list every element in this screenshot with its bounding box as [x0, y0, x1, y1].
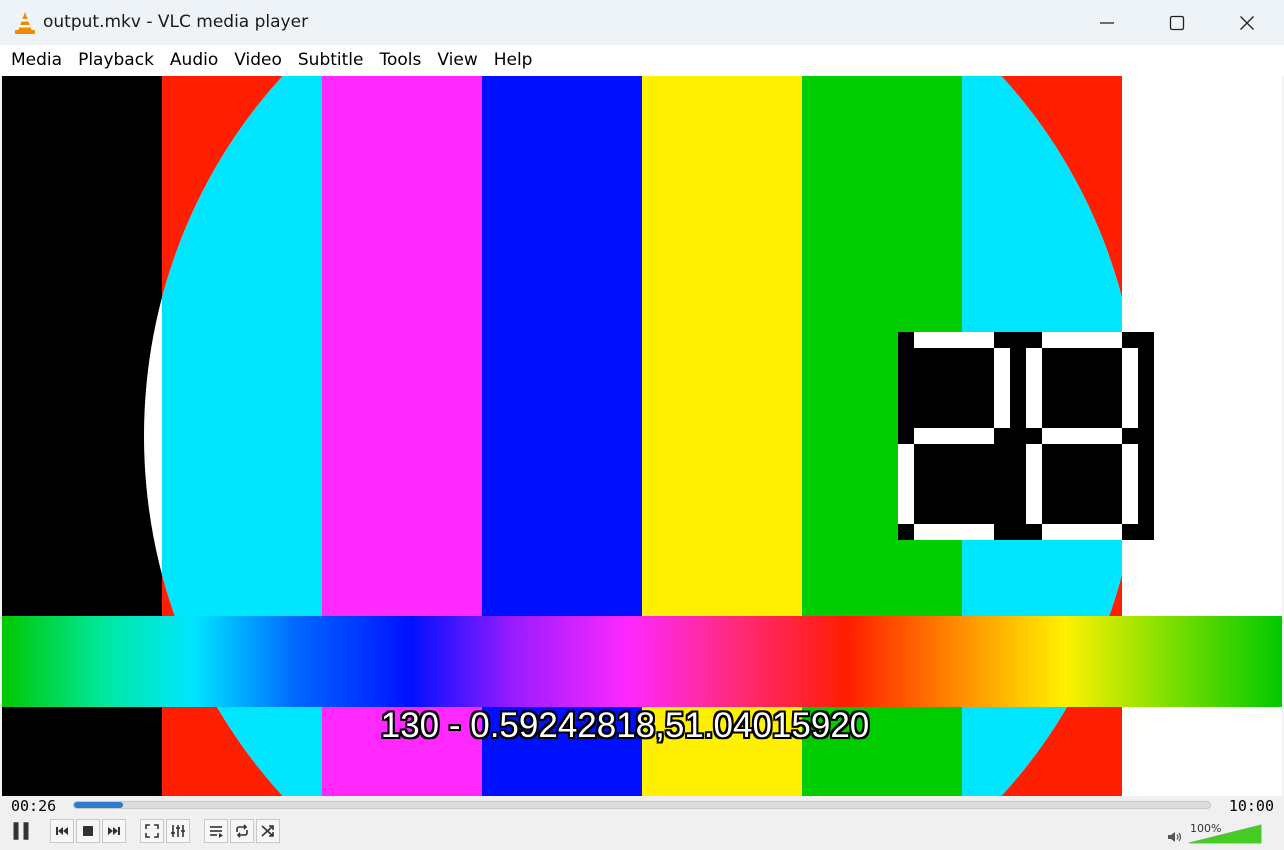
speaker-icon[interactable] — [1167, 830, 1183, 844]
seek-progress — [74, 802, 123, 808]
menu-help[interactable]: Help — [486, 45, 541, 76]
video-area[interactable]: 130 - 0.59242818,51.04015920 — [2, 76, 1282, 796]
volume-level — [1189, 825, 1261, 843]
minimize-icon — [1100, 21, 1114, 24]
playlist-icon — [210, 826, 223, 838]
menu-audio[interactable]: Audio — [162, 45, 226, 76]
fullscreen-icon — [145, 824, 159, 838]
elapsed-time: 00:26 — [11, 797, 57, 815]
control-panel: 00:26 10:00 100% — [0, 796, 1284, 850]
next-button[interactable] — [102, 819, 126, 843]
frame-counter — [898, 332, 1154, 540]
pause-button[interactable] — [7, 818, 35, 844]
previous-button[interactable] — [50, 819, 74, 843]
stop-icon — [83, 826, 93, 836]
loop-button[interactable] — [230, 819, 254, 843]
menu-bar: Media Playback Audio Video Subtitle Tool… — [0, 45, 1284, 76]
minimize-button[interactable] — [1072, 0, 1142, 45]
volume-slider[interactable] — [1188, 824, 1262, 844]
shuffle-icon — [261, 825, 274, 837]
next-icon — [108, 827, 120, 835]
close-icon — [1240, 15, 1254, 30]
maximize-button[interactable] — [1142, 0, 1212, 45]
menu-tools[interactable]: Tools — [371, 45, 429, 76]
menu-video[interactable]: Video — [226, 45, 290, 76]
playlist-button[interactable] — [204, 819, 228, 843]
pause-icon — [13, 822, 29, 840]
loop-icon — [236, 824, 248, 838]
menu-subtitle[interactable]: Subtitle — [290, 45, 372, 76]
previous-icon — [56, 827, 68, 835]
test-pattern — [2, 76, 1282, 796]
shuffle-button[interactable] — [256, 819, 280, 843]
menu-view[interactable]: View — [429, 45, 485, 76]
title-bar: output.mkv - VLC media player — [0, 0, 1284, 45]
fullscreen-button[interactable] — [140, 819, 164, 843]
subtitle-text: 130 - 0.59242818,51.04015920 — [380, 706, 870, 745]
stop-button[interactable] — [76, 819, 100, 843]
maximize-icon — [1169, 15, 1185, 30]
rainbow-gradient-bar — [2, 616, 1282, 707]
menu-playback[interactable]: Playback — [70, 45, 162, 76]
menu-media[interactable]: Media — [3, 45, 70, 76]
extended-settings-icon — [171, 825, 185, 837]
window-title: output.mkv - VLC media player — [43, 12, 309, 32]
extended-settings-button[interactable] — [166, 819, 190, 843]
total-time[interactable]: 10:00 — [1229, 797, 1274, 815]
close-button[interactable] — [1212, 0, 1282, 45]
vlc-cone-icon — [15, 12, 35, 34]
seek-slider[interactable] — [73, 801, 1211, 809]
